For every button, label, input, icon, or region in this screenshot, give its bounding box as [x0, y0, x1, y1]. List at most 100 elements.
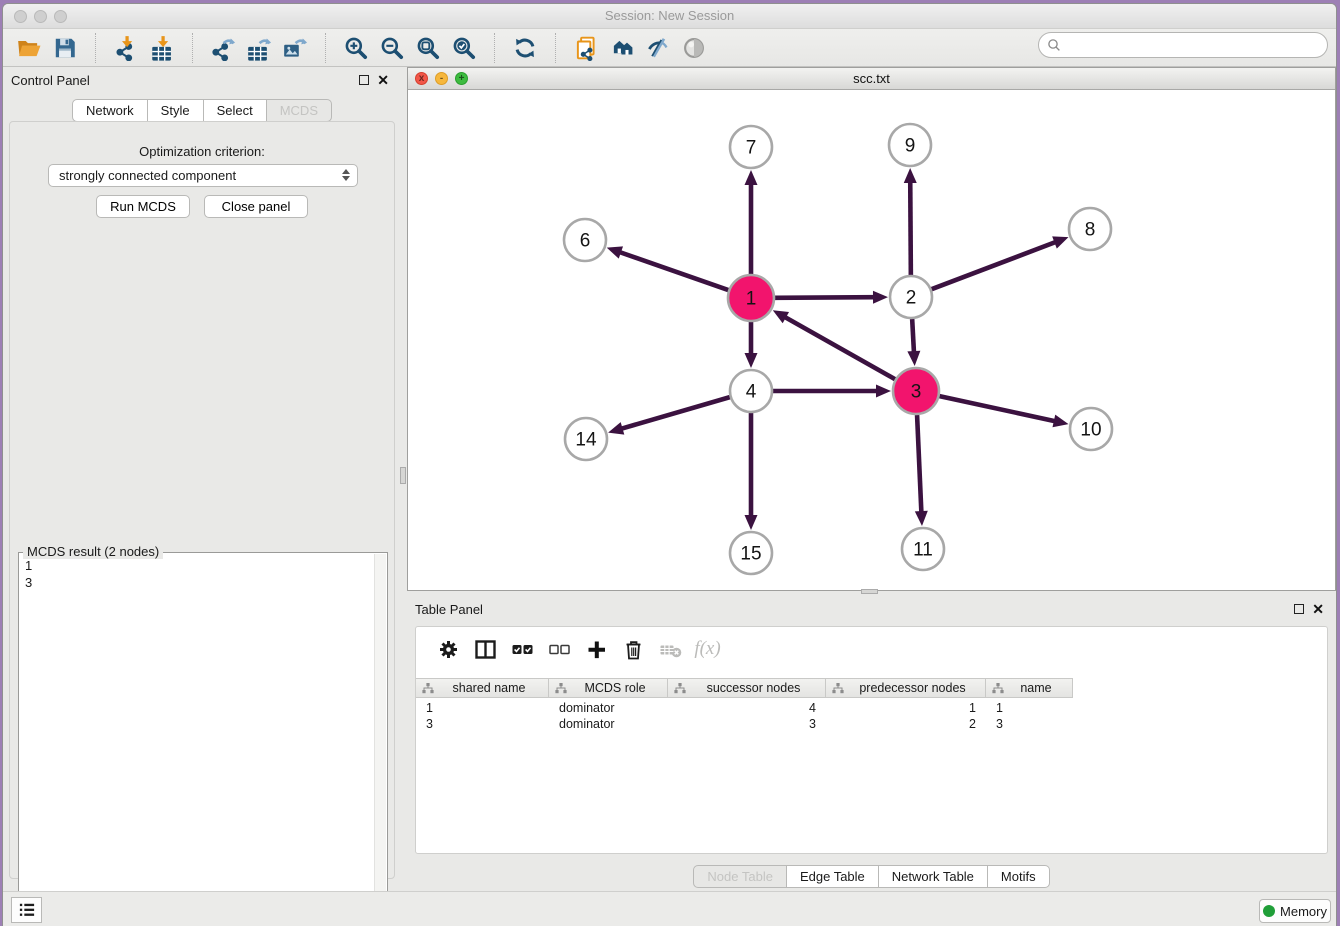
delete-button[interactable]: [615, 632, 652, 666]
network-view-titlebar[interactable]: scc.txt x - +: [408, 68, 1335, 90]
table-row[interactable]: 3dominator323: [416, 716, 1073, 732]
export-network-button[interactable]: [205, 32, 241, 64]
column-header-name[interactable]: name: [986, 679, 1073, 697]
duplicate-network-button[interactable]: [568, 32, 604, 64]
network-graph-canvas[interactable]: 1 2 3 4 6 7 8 9 10 11 14 15: [408, 90, 1335, 590]
edge-4-15[interactable]: [745, 413, 758, 530]
vertical-splitter-grip[interactable]: [400, 467, 406, 484]
column-header-MCDS-role[interactable]: MCDS role: [549, 679, 668, 697]
export-image-button[interactable]: [277, 32, 313, 64]
search-box[interactable]: [1038, 32, 1328, 58]
search-icon: [1047, 38, 1062, 53]
graph-node-1[interactable]: 1: [728, 275, 774, 321]
add-button[interactable]: [578, 632, 615, 666]
gear-button[interactable]: [430, 632, 467, 666]
toolbar-separator: [325, 33, 326, 63]
table-row[interactable]: 1dominator411: [416, 700, 1073, 716]
import-network-button[interactable]: [108, 32, 144, 64]
close-panel-button[interactable]: Close panel: [204, 195, 308, 218]
mcds-result-list[interactable]: 13: [25, 557, 373, 926]
close-table-panel-icon[interactable]: ✕: [1312, 604, 1324, 614]
graph-node-2[interactable]: 2: [890, 276, 932, 318]
task-history-button[interactable]: [11, 897, 42, 923]
tab-select[interactable]: Select: [204, 99, 267, 122]
toolbar-separator: [555, 33, 556, 63]
toolbar-group: [100, 32, 188, 64]
network-close-button[interactable]: x: [415, 72, 428, 85]
control-panel-title: Control Panel: [11, 73, 90, 88]
zoom-in-button[interactable]: [338, 32, 374, 64]
edge-2-3[interactable]: [907, 319, 920, 366]
tab-edge-table[interactable]: Edge Table: [787, 865, 879, 888]
import-table-button[interactable]: [144, 32, 180, 64]
edge-2-9[interactable]: [904, 168, 917, 275]
export-table-button[interactable]: [241, 32, 277, 64]
contrast-button[interactable]: [676, 32, 712, 64]
graph-node-9[interactable]: 9: [889, 124, 931, 166]
column-header-predecessor-nodes[interactable]: predecessor nodes: [826, 679, 986, 697]
column-header-shared-name[interactable]: shared name: [416, 679, 549, 697]
graph-node-6[interactable]: 6: [564, 219, 606, 261]
zoom-out-button[interactable]: [374, 32, 410, 64]
edge-1-7[interactable]: [745, 170, 758, 274]
tab-node-table[interactable]: Node Table: [693, 865, 787, 888]
export-image-icon: [282, 35, 308, 61]
node-table: f(x) shared name MCDS role successor nod…: [415, 626, 1328, 854]
node-label: 9: [905, 136, 916, 157]
network-maximize-button[interactable]: +: [455, 72, 468, 85]
edge-3-10[interactable]: [939, 396, 1068, 427]
attribute-type-icon: [555, 682, 567, 694]
horizontal-splitter-grip[interactable]: [861, 589, 878, 594]
refresh-button[interactable]: [507, 32, 543, 64]
columns-button[interactable]: [467, 632, 504, 666]
graph-node-10[interactable]: 10: [1070, 408, 1112, 450]
graph-node-7[interactable]: 7: [730, 126, 772, 168]
tab-network-table[interactable]: Network Table: [879, 865, 988, 888]
edge-1-2[interactable]: [775, 291, 888, 304]
home-button[interactable]: [604, 32, 640, 64]
criterion-select[interactable]: strongly connected component: [48, 164, 358, 187]
graph-node-4[interactable]: 4: [730, 370, 772, 412]
edge-3-1[interactable]: [773, 310, 895, 379]
tab-network[interactable]: Network: [72, 99, 148, 122]
search-input[interactable]: [1062, 38, 1327, 53]
tab-motifs[interactable]: Motifs: [988, 865, 1050, 888]
edge-1-4[interactable]: [745, 322, 758, 368]
network-minimize-button[interactable]: -: [435, 72, 448, 85]
deselect-all-button[interactable]: [541, 632, 578, 666]
column-header-successor-nodes[interactable]: successor nodes: [668, 679, 826, 697]
float-table-panel-icon[interactable]: [1294, 604, 1304, 614]
edge-arrowhead-icon: [1052, 415, 1068, 428]
graph-node-14[interactable]: 14: [565, 418, 607, 460]
toolbar-group: [3, 32, 91, 64]
edge-4-3[interactable]: [773, 385, 891, 398]
open-file-button[interactable]: [11, 32, 47, 64]
graph-node-3[interactable]: 3: [893, 368, 939, 414]
open-file-icon: [16, 35, 42, 61]
edge-3-11[interactable]: [915, 415, 928, 526]
graph-node-8[interactable]: 8: [1069, 208, 1111, 250]
tab-style[interactable]: Style: [148, 99, 204, 122]
graph-node-11[interactable]: 11: [902, 528, 944, 570]
edge-arrowhead-icon: [608, 422, 624, 434]
tab-mcds[interactable]: MCDS: [267, 99, 332, 122]
edge-4-14[interactable]: [608, 397, 730, 434]
table-cell: dominator: [549, 716, 668, 732]
mcds-result-scrollbar[interactable]: [374, 554, 386, 926]
zoom-selected-button[interactable]: [446, 32, 482, 64]
run-mcds-button[interactable]: Run MCDS: [96, 195, 190, 218]
zoom-out-icon: [379, 35, 405, 61]
select-all-button[interactable]: [504, 632, 541, 666]
hide-panel-button[interactable]: [640, 32, 676, 64]
zoom-fit-button[interactable]: [410, 32, 446, 64]
close-panel-icon[interactable]: ✕: [377, 75, 389, 85]
attribute-type-icon: [422, 682, 434, 694]
memory-button[interactable]: Memory: [1259, 899, 1331, 923]
delete-table-button: [652, 632, 689, 666]
attribute-type-icon: [992, 682, 1004, 694]
save-session-button[interactable]: [47, 32, 83, 64]
edge-1-6[interactable]: [607, 246, 729, 290]
edge-2-8[interactable]: [932, 236, 1069, 289]
graph-node-15[interactable]: 15: [730, 532, 772, 574]
float-panel-icon[interactable]: [359, 75, 369, 85]
